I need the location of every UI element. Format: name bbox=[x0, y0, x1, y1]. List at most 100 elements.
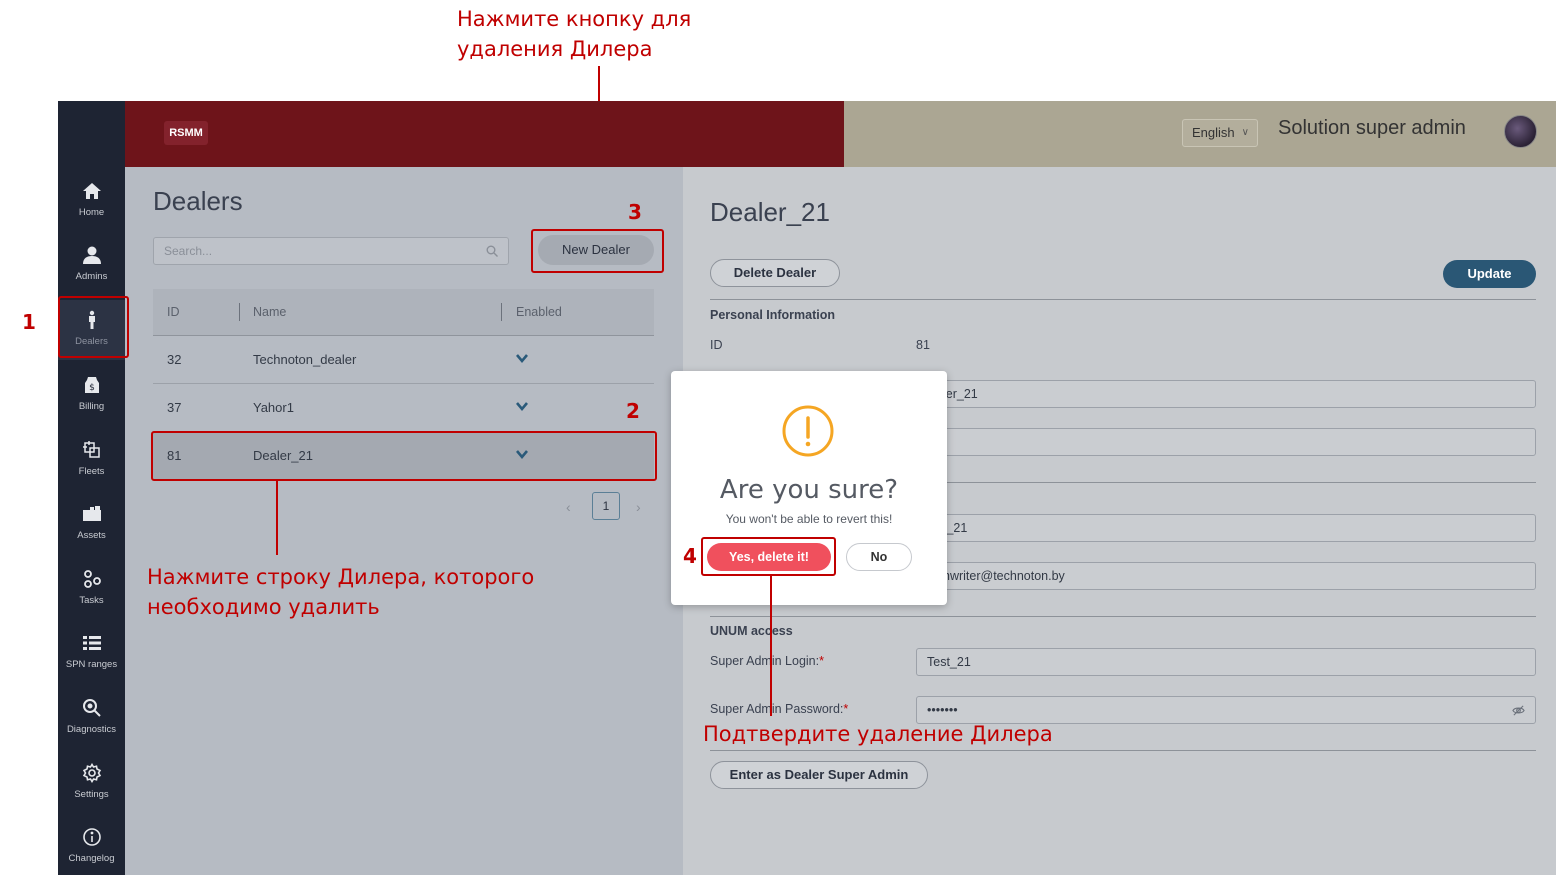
sidebar-item-changelog[interactable]: Changelog bbox=[58, 817, 125, 875]
billing-icon: $ bbox=[84, 377, 99, 393]
language-value: English bbox=[1192, 125, 1235, 140]
row-name: Technoton_dealer bbox=[253, 352, 357, 367]
annotation-box-sidebar-dealers bbox=[58, 296, 129, 358]
sidebar-item-label: Assets bbox=[77, 530, 106, 541]
id-value: 81 bbox=[916, 338, 930, 352]
sidebar-item-label: SPN ranges bbox=[65, 659, 118, 670]
sidebar-item-tasks[interactable]: Tasks bbox=[58, 559, 125, 619]
section-personal-information: Personal Information bbox=[710, 308, 836, 322]
search-placeholder: Search... bbox=[164, 244, 213, 258]
search-input[interactable]: Search... bbox=[153, 237, 509, 265]
sidebar-item-fleets[interactable]: Fleets bbox=[58, 430, 125, 490]
sidebar-item-settings[interactable]: Settings bbox=[58, 753, 125, 813]
sidebar-item-label: Fleets bbox=[78, 466, 105, 477]
sidebar-item-label: Billing bbox=[78, 401, 105, 412]
home-icon bbox=[82, 183, 101, 199]
sidebar-item-label: Settings bbox=[74, 789, 109, 800]
svg-text:$: $ bbox=[89, 383, 95, 393]
field-value: ••••••• bbox=[927, 703, 958, 717]
table-row[interactable]: 32 Technoton_dealer bbox=[153, 336, 654, 384]
language-select[interactable]: English ∨ bbox=[1182, 119, 1258, 147]
avatar[interactable] bbox=[1504, 115, 1537, 148]
sidebar-item-admins[interactable]: Admins bbox=[58, 235, 125, 295]
dealer-field[interactable] bbox=[916, 428, 1536, 456]
row-name: Yahor1 bbox=[253, 400, 294, 415]
login-field[interactable]: t_21 bbox=[916, 514, 1536, 542]
super-admin-password-label: Super Admin Password:* bbox=[710, 702, 848, 716]
column-divider bbox=[239, 303, 240, 321]
field-value: hwriter@technoton.by bbox=[943, 569, 1065, 583]
tasks-icon bbox=[83, 570, 101, 588]
annotation-step-2: 2 bbox=[626, 399, 640, 423]
chevron-down-icon[interactable] bbox=[515, 399, 529, 413]
table-row[interactable]: 37 Yahor1 bbox=[153, 384, 654, 432]
field-value: Test_21 bbox=[927, 655, 971, 669]
app-logo[interactable]: RSMM bbox=[164, 121, 208, 145]
id-label: ID bbox=[710, 338, 723, 352]
section-unum-access: UNUM access bbox=[710, 624, 793, 638]
eye-off-icon[interactable] bbox=[1512, 704, 1525, 717]
required-mark: * bbox=[819, 654, 824, 668]
annotation-step-4: 4 bbox=[683, 544, 697, 568]
chevron-down-icon[interactable] bbox=[515, 351, 529, 365]
annotation-box-confirm-button bbox=[701, 537, 836, 576]
divider bbox=[710, 299, 1536, 300]
annotation-step-1: 1 bbox=[22, 310, 36, 334]
annotation-row-hint: Нажмите строку Дилера, которого необходи… bbox=[147, 562, 534, 622]
search-icon bbox=[486, 245, 498, 257]
user-name: Solution super admin bbox=[1278, 117, 1466, 139]
dealer-name-field[interactable]: ler_21 bbox=[916, 380, 1536, 408]
user-icon bbox=[82, 246, 101, 264]
row-id: 32 bbox=[167, 352, 182, 367]
pagination-next[interactable]: › bbox=[636, 499, 641, 515]
sidebar-item-label: Tasks bbox=[79, 595, 104, 606]
chevron-down-icon: ∨ bbox=[1241, 127, 1249, 138]
super-admin-login-field[interactable]: Test_21 bbox=[916, 648, 1536, 676]
email-field[interactable]: hwriter@technoton.by bbox=[916, 562, 1536, 590]
sidebar-item-label: Home bbox=[78, 207, 105, 218]
required-mark: * bbox=[843, 702, 849, 716]
sidebar: Home Admins Dealers $ Billing Fleets Ass… bbox=[58, 101, 125, 875]
label-text: Super Admin Login: bbox=[710, 654, 820, 668]
annotation-line-1: Нажмите строку Дилера, которого bbox=[147, 565, 535, 589]
update-button[interactable]: Update bbox=[1443, 260, 1536, 288]
column-header-id[interactable]: ID bbox=[167, 305, 180, 319]
search-zoom-icon bbox=[82, 699, 101, 717]
delete-dealer-button[interactable]: Delete Dealer bbox=[710, 259, 840, 287]
sidebar-item-home[interactable]: Home bbox=[58, 171, 125, 231]
sidebar-item-label: Changelog bbox=[68, 853, 115, 864]
sidebar-item-diagnostics[interactable]: Diagnostics bbox=[58, 688, 125, 748]
list-icon bbox=[82, 636, 101, 650]
header-left bbox=[125, 101, 844, 167]
annotation-line-1: Нажмите кнопку для bbox=[457, 7, 692, 31]
dialog-text: You won't be able to revert this! bbox=[725, 512, 893, 526]
assets-icon bbox=[82, 506, 101, 521]
sidebar-item-spn-ranges[interactable]: SPN ranges bbox=[58, 623, 125, 683]
annotation-step-3: 3 bbox=[628, 200, 642, 224]
row-id: 37 bbox=[167, 400, 182, 415]
sidebar-item-billing[interactable]: $ Billing bbox=[58, 365, 125, 425]
sidebar-item-assets[interactable]: Assets bbox=[58, 494, 125, 554]
cancel-button[interactable]: No bbox=[846, 543, 912, 571]
column-header-enabled[interactable]: Enabled bbox=[516, 305, 562, 319]
gear-icon bbox=[82, 763, 101, 783]
page-title: Dealers bbox=[153, 186, 243, 216]
column-divider bbox=[501, 303, 502, 321]
sidebar-item-label: Admins bbox=[75, 271, 108, 282]
annotation-line-2: удаления Дилера bbox=[457, 37, 653, 61]
label-text: Super Admin Password: bbox=[710, 702, 844, 716]
enter-as-super-admin-button[interactable]: Enter as Dealer Super Admin bbox=[710, 761, 928, 789]
pagination-prev[interactable]: ‹ bbox=[566, 499, 571, 515]
annotation-pointer-line bbox=[276, 481, 278, 555]
sidebar-item-label: Diagnostics bbox=[66, 724, 117, 735]
annotation-pointer-line bbox=[770, 576, 772, 716]
pagination-page[interactable]: 1 bbox=[592, 492, 620, 520]
dealers-list-panel bbox=[125, 167, 683, 875]
dialog-title: Are you sure? bbox=[719, 475, 899, 505]
column-header-name[interactable]: Name bbox=[253, 305, 286, 319]
info-icon bbox=[82, 828, 101, 846]
annotation-delete-button-hint: Нажмите кнопку для удаления Дилера bbox=[457, 4, 691, 64]
warning-icon bbox=[782, 405, 834, 457]
dealer-title: Dealer_21 bbox=[710, 197, 830, 227]
annotation-line-2: необходимо удалить bbox=[147, 595, 380, 619]
